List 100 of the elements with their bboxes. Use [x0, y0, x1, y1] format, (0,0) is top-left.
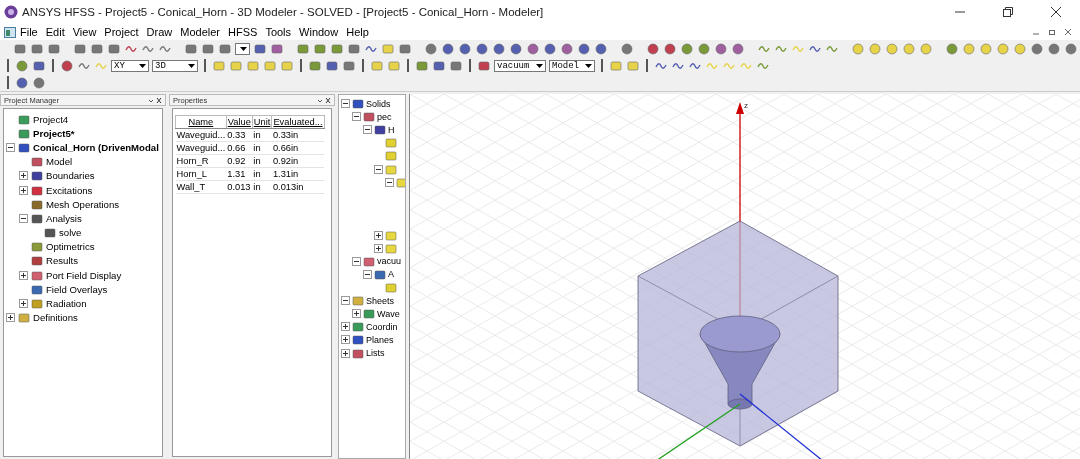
toolbar-icon[interactable]: [47, 41, 61, 56]
collapse-icon[interactable]: [374, 164, 383, 174]
expand-icon[interactable]: [352, 309, 361, 319]
column-header[interactable]: Name: [175, 115, 227, 129]
menu-item[interactable]: Modeler: [176, 26, 225, 38]
toolbar-icon[interactable]: [919, 41, 933, 56]
dropdown[interactable]: vacuum: [494, 59, 546, 72]
toolbar-icon[interactable]: [32, 58, 46, 73]
collapse-icon[interactable]: [352, 256, 361, 266]
collapse-icon[interactable]: [363, 125, 372, 135]
toolbar-icon[interactable]: [996, 41, 1010, 56]
tree-item[interactable]: Project4: [33, 113, 69, 125]
toolbar-icon[interactable]: [325, 58, 339, 73]
toolbar-icon[interactable]: [441, 41, 455, 56]
column-header[interactable]: Evaluated...: [271, 115, 324, 129]
toolbar-icon[interactable]: [73, 41, 87, 56]
collapse-icon[interactable]: [352, 112, 361, 122]
restore-icon[interactable]: [1002, 6, 1014, 18]
toolbar-icon[interactable]: [620, 41, 634, 56]
expand-icon[interactable]: [374, 243, 383, 253]
toolbar-icon[interactable]: [330, 41, 344, 56]
tree-item[interactable]: Wave: [377, 308, 400, 319]
collapse-icon[interactable]: [19, 213, 28, 223]
tree-item[interactable]: Project5*: [33, 127, 75, 139]
close-icon[interactable]: [1050, 6, 1062, 18]
expand-icon[interactable]: [19, 270, 28, 280]
toolbar-icon[interactable]: [680, 41, 694, 56]
toolbar-icon[interactable]: [663, 41, 677, 56]
tree-item[interactable]: Results: [46, 255, 78, 267]
panel-controls-icon[interactable]: [148, 96, 162, 104]
expand-icon[interactable]: [374, 230, 383, 240]
toolbar-icon[interactable]: [30, 41, 44, 56]
collapse-icon[interactable]: [363, 270, 372, 279]
toolbar-icon[interactable]: [509, 41, 523, 56]
collapse-icon[interactable]: [385, 177, 394, 187]
toolbar-icon[interactable]: [13, 41, 27, 56]
toolbar-icon[interactable]: [347, 41, 361, 56]
expand-icon[interactable]: [6, 313, 15, 323]
toolbar-icon[interactable]: [458, 41, 472, 56]
column-header[interactable]: Value: [226, 115, 253, 129]
toolbar-icon[interactable]: [218, 41, 232, 56]
expand-icon[interactable]: [19, 171, 28, 181]
toolbar-icon[interactable]: [1030, 41, 1044, 56]
toolbar-icon[interactable]: [902, 41, 916, 56]
expand-icon[interactable]: [19, 185, 28, 195]
tree-item[interactable]: Field Overlays: [46, 283, 108, 295]
toolbar-icon[interactable]: [184, 41, 198, 56]
toolbar-icon[interactable]: [15, 58, 29, 73]
toolbar-icon[interactable]: [697, 41, 711, 56]
toolbar-icon[interactable]: [851, 41, 865, 56]
tree-item[interactable]: Port Field Display: [46, 269, 122, 281]
tree-item[interactable]: Conical_Horn (DrivenModal: [33, 141, 159, 153]
toolbar-icon[interactable]: [253, 41, 267, 56]
menu-item[interactable]: Help: [342, 26, 373, 38]
menu-item[interactable]: File: [16, 26, 42, 38]
expand-icon[interactable]: [19, 299, 28, 309]
tree-item[interactable]: Analysis: [46, 212, 82, 224]
toolbar-icon[interactable]: [1064, 41, 1078, 56]
tree-item[interactable]: Definitions: [33, 312, 78, 324]
toolbar-icon[interactable]: [492, 41, 506, 56]
collapse-icon[interactable]: [341, 99, 350, 109]
toolbar-icon[interactable]: [477, 58, 491, 73]
tree-item[interactable]: Model: [46, 156, 73, 168]
toolbar-icon[interactable]: [432, 58, 446, 73]
tree-item[interactable]: Planes: [366, 334, 394, 345]
toolbar-icon[interactable]: [646, 41, 660, 56]
expand-icon[interactable]: [341, 322, 350, 332]
menu-item[interactable]: Draw: [142, 26, 177, 38]
tree-item[interactable]: Sheets: [366, 295, 395, 306]
restore-icon[interactable]: [1048, 28, 1056, 36]
toolbar-icon[interactable]: [201, 41, 215, 56]
toolbar-icon[interactable]: [313, 41, 327, 56]
toolbar-icon[interactable]: [1047, 41, 1061, 56]
panel-controls-icon[interactable]: [317, 96, 331, 104]
tree-item[interactable]: vacuu: [377, 256, 402, 267]
toolbar-icon[interactable]: [731, 41, 745, 56]
toolbar-icon[interactable]: [868, 41, 882, 56]
toolbar-icon[interactable]: [962, 41, 976, 56]
toolbar-icon[interactable]: [270, 41, 284, 56]
tree-item[interactable]: Excitations: [46, 184, 93, 196]
toolbar-icon[interactable]: [885, 41, 899, 56]
toolbar-icon[interactable]: [398, 41, 412, 56]
toolbar-icon[interactable]: [526, 41, 540, 56]
close-icon[interactable]: [1064, 28, 1072, 36]
model-view[interactable]: z: [410, 94, 1080, 459]
toolbar-icon[interactable]: [296, 41, 310, 56]
toolbar-icon[interactable]: [979, 41, 993, 56]
toolbar-icon[interactable]: [1013, 41, 1027, 56]
menu-item[interactable]: Tools: [261, 26, 296, 38]
expand-icon[interactable]: [341, 348, 350, 358]
toolbar-icon[interactable]: [15, 75, 29, 90]
tree-item[interactable]: Coordin: [366, 321, 398, 332]
toolbar-icon[interactable]: [449, 58, 463, 73]
collapse-icon[interactable]: [341, 296, 350, 306]
toolbar-icon[interactable]: [543, 41, 557, 56]
tree-item[interactable]: Radiation: [46, 298, 87, 310]
toolbar-icon[interactable]: [90, 41, 104, 56]
dropdown[interactable]: 3D: [152, 59, 198, 72]
toolbar-icon[interactable]: [594, 41, 608, 56]
toolbar-icon[interactable]: [714, 41, 728, 56]
